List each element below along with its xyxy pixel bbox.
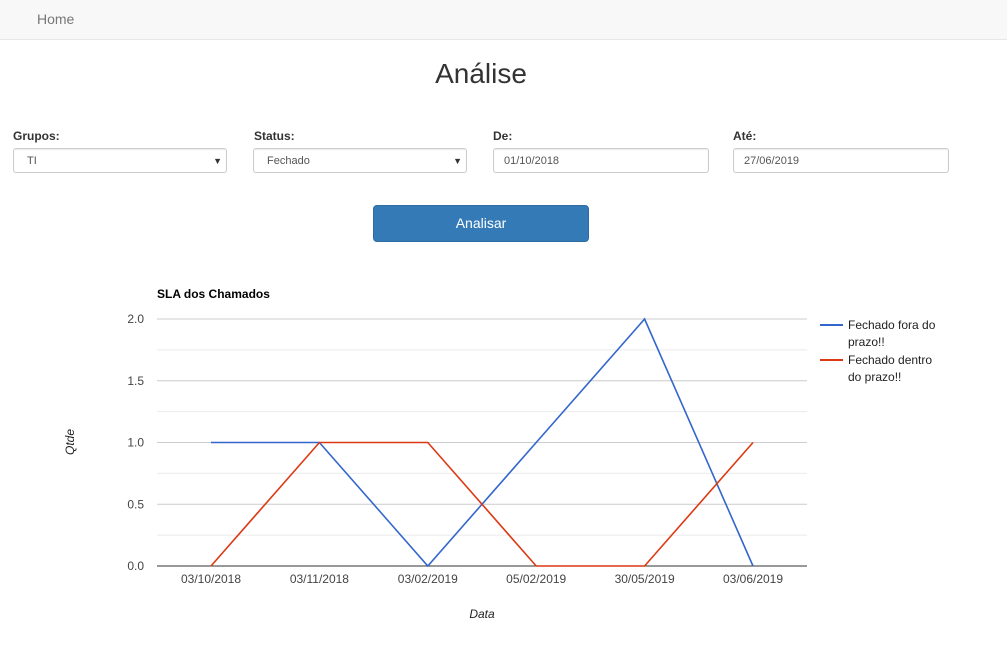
legend-label-2: do prazo!! xyxy=(848,370,901,384)
y-axis-ticks: 0.0 0.5 1.0 1.5 2.0 xyxy=(127,312,144,573)
y-axis-title: Qtde xyxy=(63,429,77,455)
x-tick-label: 03/11/2018 xyxy=(290,572,349,586)
x-axis-ticks: 03/10/2018 03/11/2018 03/02/2019 05/02/2019… xyxy=(181,572,783,586)
y-tick-label: 0.0 xyxy=(127,559,144,573)
y-tick-label: 1.5 xyxy=(127,374,144,388)
x-tick-label: 03/10/2018 xyxy=(181,572,241,586)
chart-title: SLA dos Chamados xyxy=(157,287,270,301)
y-tick-label: 0.5 xyxy=(127,497,144,511)
chart-legend: Fechado fora do prazo!! Fechado dentro do p… xyxy=(820,318,936,384)
x-tick-label: 30/05/2019 xyxy=(615,572,675,586)
x-tick-label: 05/02/2019 xyxy=(506,572,566,586)
y-tick-label: 1.0 xyxy=(127,436,144,450)
sla-line-chart: SLA dos Chamados 0.0 0.5 1.0 1.5 2.0 03/10/2… xyxy=(63,287,936,621)
y-tick-label: 2.0 xyxy=(127,312,144,326)
x-axis-title: Data xyxy=(469,607,495,621)
legend-label-2: Fechado dentro xyxy=(848,353,932,367)
x-tick-label: 03/06/2019 xyxy=(723,572,783,586)
x-tick-label: 03/02/2019 xyxy=(398,572,458,586)
legend-label-1: prazo!! xyxy=(848,335,885,349)
legend-label-1: Fechado fora do xyxy=(848,318,936,332)
